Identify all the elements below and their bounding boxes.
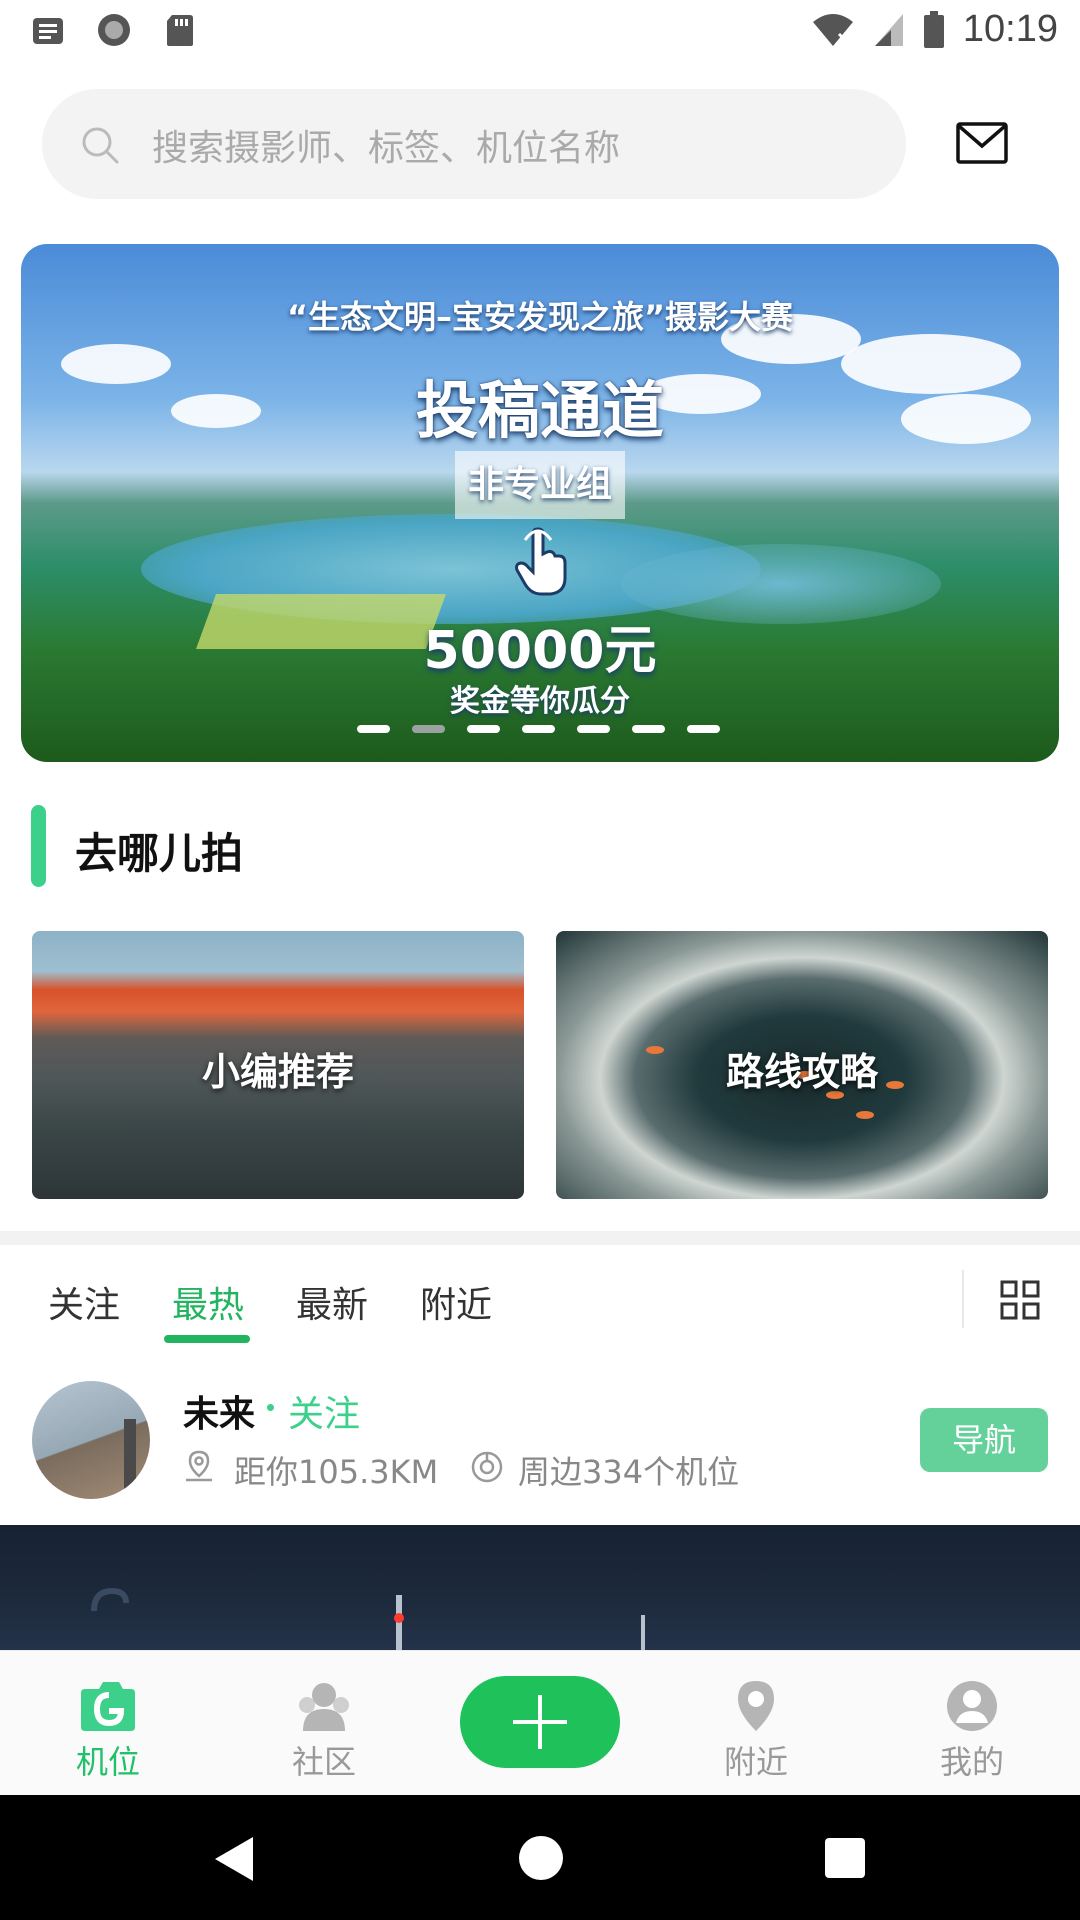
tab-hottest[interactable]: 最热 [172,1276,244,1328]
carousel-dot[interactable] [467,725,500,733]
route-guide-card[interactable]: 路线攻略 [556,931,1048,1199]
nav-item-community[interactable]: 社区 [254,1651,394,1783]
nav-label: 机位 [75,1743,140,1781]
banner-prize-sub: 奖金等你瓜分 [450,684,630,719]
battery-icon [923,10,944,48]
card-label: 小编推荐 [201,1050,354,1094]
profile-icon [947,1681,997,1731]
photo-tower [641,1615,645,1650]
mail-icon[interactable] [956,122,1008,164]
banner-prize: 50000元 [423,621,657,681]
search-input[interactable]: 搜索摄影师、标签、机位名称 [42,89,906,199]
carousel-dot[interactable] [357,725,390,733]
camera-spot-icon [81,1682,135,1731]
recent-apps-icon[interactable] [825,1838,865,1878]
nav-label: 我的 [939,1743,1004,1781]
section-accent-bar [31,805,46,887]
user-name[interactable]: 未来 [183,1385,255,1437]
location-pin-icon [738,1681,774,1731]
navigate-button[interactable]: 导航 [920,1408,1048,1472]
tab-nearby[interactable]: 附近 [420,1276,492,1328]
photo-watermark-icon [91,1587,129,1612]
carousel-dot[interactable] [522,725,555,733]
nav-item-spots[interactable]: 机位 [38,1651,178,1783]
carousel-dot-active[interactable] [412,725,445,733]
separator-dot [267,1404,274,1411]
status-right-icons: 10:19 [811,8,1058,51]
nav-item-nearby[interactable]: 附近 [686,1651,826,1783]
carousel-dot[interactable] [687,725,720,733]
feed-tabs: 关注 最热 最新 附近 [48,1276,492,1328]
grid-view-icon[interactable] [1000,1280,1040,1320]
section-title: 去哪儿拍 [75,829,244,878]
tab-separator [962,1270,964,1328]
banner-group-badge: 非专业组 [455,451,625,519]
notification-icon [33,18,63,44]
feed-photo[interactable] [0,1525,1080,1650]
back-icon[interactable] [215,1837,253,1881]
status-left-icons [30,12,198,48]
tap-hand-icon [515,527,567,596]
wifi-icon [812,13,853,46]
distance-text: 距你105.3KM [234,1453,439,1491]
active-tab-indicator [164,1335,250,1343]
banner-title: 投稿通道 [415,374,664,447]
record-icon [98,14,130,46]
add-post-button[interactable] [460,1676,620,1768]
avatar[interactable] [32,1381,150,1499]
distance-pin-icon [186,1450,212,1482]
promo-banner[interactable]: “生态文明–宝安发现之旅”摄影大赛 投稿通道 非专业组 50000元 奖金等你瓜… [21,244,1059,762]
follow-button[interactable]: 关注 [288,1385,360,1437]
card-label: 路线攻略 [725,1050,878,1094]
search-icon [82,127,119,164]
search-placeholder: 搜索摄影师、标签、机位名称 [152,128,621,169]
home-icon[interactable] [519,1836,563,1880]
carousel-dots [357,725,720,733]
nav-label: 附近 [723,1743,788,1781]
sd-card-icon [167,15,193,46]
photo-tower-light [394,1613,404,1623]
editor-picks-card[interactable]: 小编推荐 [32,931,524,1199]
banner-subtitle: “生态文明–宝安发现之旅”摄影大赛 [286,298,794,336]
tab-latest[interactable]: 最新 [296,1276,368,1328]
nearby-spots-icon [471,1451,503,1483]
carousel-dot[interactable] [577,725,610,733]
community-icon [299,1683,349,1731]
banner-group-label: 非专业组 [467,464,612,505]
spots-count-text: 周边334个机位 [518,1453,740,1491]
status-bar: 10:19 [0,0,1080,63]
tab-following[interactable]: 关注 [48,1276,120,1328]
clock: 10:19 [962,8,1058,50]
section-divider [0,1231,1080,1245]
nav-item-mine[interactable]: 我的 [902,1651,1042,1783]
fish-decoration [856,1111,874,1119]
avatar-image-detail [124,1419,136,1499]
nav-label: 社区 [291,1743,356,1781]
carousel-dot[interactable] [632,725,665,733]
signal-icon [874,13,903,46]
